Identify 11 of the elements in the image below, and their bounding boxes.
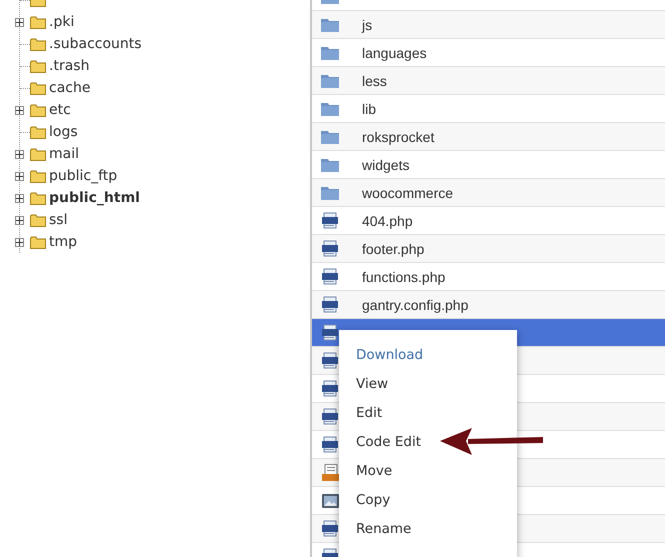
file-name: widgets [362, 156, 410, 172]
file-name: roksprocket [362, 128, 434, 144]
file-name: js [362, 16, 372, 32]
file-name: lib [362, 100, 376, 116]
file-name: functions.php [362, 268, 446, 284]
file-name: languages [362, 44, 427, 60]
file-name: woocommerce [362, 184, 454, 200]
file-name: footer.php [362, 240, 424, 256]
file-name: 404.php [362, 212, 413, 228]
file-name: less [362, 72, 387, 88]
file-name: gantry.config.php [362, 296, 468, 312]
